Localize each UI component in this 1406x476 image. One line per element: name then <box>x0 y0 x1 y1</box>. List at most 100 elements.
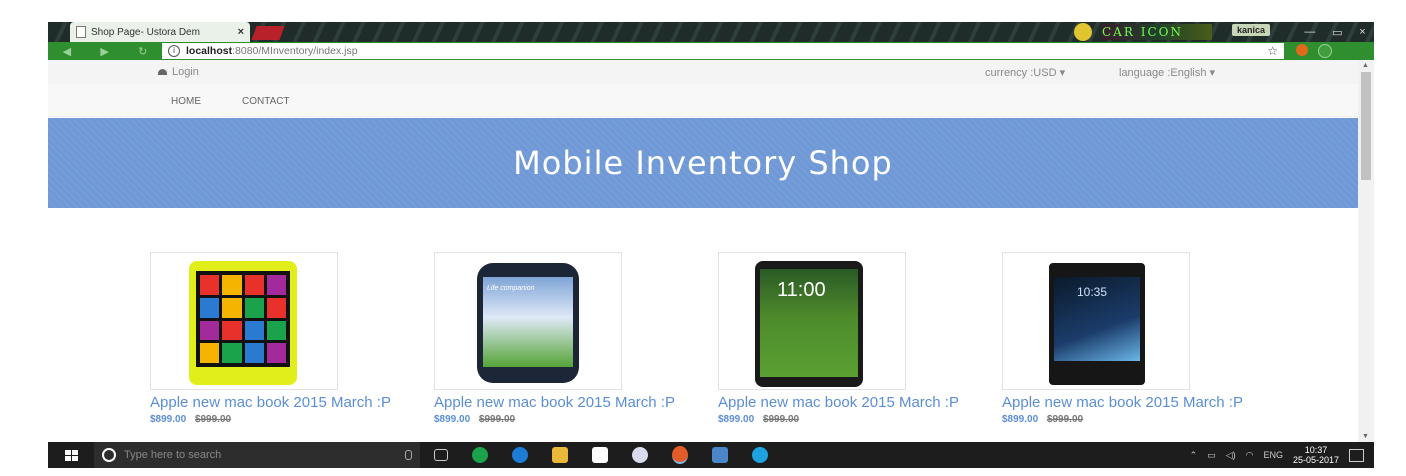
login-link[interactable]: Login <box>158 66 199 78</box>
hero-banner: Mobile Inventory Shop <box>48 118 1358 208</box>
product-image[interactable] <box>150 252 338 390</box>
microphone-icon[interactable] <box>405 450 412 460</box>
product-old-price: $999.00 <box>478 414 516 425</box>
product-card: 10:35 Apple new mac book 2015 March :P $… <box>1002 252 1252 425</box>
theme-ball-icon <box>1074 23 1092 41</box>
language-dropdown[interactable]: language :English ▾ <box>1119 66 1215 79</box>
screen: Shop Page- Ustora Dem × CAR ICON kanica … <box>0 0 1406 476</box>
product-price: $899.00 <box>1002 414 1039 425</box>
vine-app-icon[interactable] <box>472 447 488 463</box>
product-card: 11:00 Apple new mac book 2015 March :P $… <box>718 252 968 425</box>
login-label: Login <box>172 66 199 78</box>
clock-date: 25-05-2017 <box>1292 455 1339 465</box>
nokia-lumia-phone-image <box>189 261 297 385</box>
product-prices: $899.00 $999.00 <box>718 414 968 425</box>
lg-phone-image: 11:00 <box>755 261 863 387</box>
task-view-icon[interactable] <box>434 449 448 461</box>
product-price: $899.00 <box>718 414 755 425</box>
product-name[interactable]: Apple new mac book 2015 March :P <box>434 395 684 410</box>
taskbar-apps <box>434 446 768 464</box>
tab-title: Shop Page- Ustora Dem <box>91 26 200 38</box>
browser-toolbar: ◀ ▶ ↻ i localhost :8080/MInventory/index… <box>48 42 1374 60</box>
currency-dropdown[interactable]: currency :USD ▾ <box>985 66 1065 79</box>
sony-phone-image: 10:35 <box>1049 263 1145 385</box>
wifi-icon[interactable]: ◠ <box>1246 450 1254 461</box>
profile-button[interactable]: kanica <box>1232 24 1271 36</box>
product-old-price: $999.00 <box>762 414 800 425</box>
product-price: $899.00 <box>434 414 471 425</box>
phone-screen-clock: 10:35 <box>1077 285 1108 299</box>
store-icon[interactable] <box>592 447 608 463</box>
forward-icon[interactable]: ▶ <box>100 45 108 58</box>
product-prices: $899.00 $999.00 <box>150 414 400 425</box>
scroll-thumb[interactable] <box>1361 72 1371 180</box>
address-bar[interactable]: i localhost :8080/MInventory/index.jsp ☆ <box>162 43 1284 59</box>
extension-icon[interactable] <box>1318 44 1332 58</box>
scroll-down-icon[interactable]: ▼ <box>1362 433 1369 440</box>
taskbar-search[interactable]: Type here to search <box>94 442 420 468</box>
scroll-up-icon[interactable]: ▲ <box>1362 62 1369 69</box>
taskbar-clock[interactable]: 10:37 25-05-2017 <box>1293 445 1339 465</box>
network-icon[interactable]: ▭ <box>1207 450 1216 461</box>
banner-title: Mobile Inventory Shop <box>513 144 893 182</box>
start-button[interactable] <box>48 449 94 461</box>
extension-icons <box>1296 44 1354 58</box>
bookmark-star-icon[interactable]: ☆ <box>1267 44 1278 58</box>
product-prices: $899.00 $999.00 <box>1002 414 1252 425</box>
cortana-icon <box>102 448 116 462</box>
product-old-price: $999.00 <box>194 414 232 425</box>
product-old-price: $999.00 <box>1046 414 1084 425</box>
nav-contact[interactable]: CONTACT <box>242 96 290 107</box>
restore-button[interactable]: ▭ <box>1332 26 1342 39</box>
virtualbox-icon[interactable] <box>712 447 728 463</box>
page-icon <box>76 26 86 38</box>
window-controls: — ▭ × <box>1296 22 1374 42</box>
clock-time: 10:37 <box>1304 445 1328 455</box>
product-image[interactable]: 10:35 <box>1002 252 1190 390</box>
search-placeholder: Type here to search <box>124 449 222 461</box>
product-image[interactable]: 11:00 <box>718 252 906 390</box>
menu-icon[interactable] <box>1342 44 1354 56</box>
nav-home[interactable]: HOME <box>171 96 201 107</box>
new-tab-button[interactable] <box>251 26 285 40</box>
url-host: localhost <box>186 45 233 57</box>
phone-screen-clock: 11:00 <box>777 279 826 301</box>
extension-icon[interactable] <box>1296 44 1308 56</box>
volume-icon[interactable]: ◁) <box>1226 450 1236 461</box>
profile-art: CAR ICON <box>1102 24 1212 40</box>
action-center-icon[interactable] <box>1349 448 1364 462</box>
file-explorer-icon[interactable] <box>552 447 568 463</box>
product-card: Apple new mac book 2015 March :P $899.00… <box>150 252 400 425</box>
info-icon[interactable]: i <box>168 45 180 57</box>
product-card: Life companion Apple new mac book 2015 M… <box>434 252 684 425</box>
browser-tab[interactable]: Shop Page- Ustora Dem × <box>70 22 250 42</box>
product-name[interactable]: Apple new mac book 2015 March :P <box>718 395 968 410</box>
nav-buttons: ◀ ▶ ↻ <box>48 45 162 58</box>
web-page: Login currency :USD ▾ language :English … <box>48 60 1358 442</box>
back-icon[interactable]: ◀ <box>63 45 71 58</box>
product-prices: $899.00 $999.00 <box>434 414 684 425</box>
windows-logo-icon <box>64 449 78 461</box>
skype-icon[interactable] <box>752 447 768 463</box>
user-icon <box>158 69 167 76</box>
tray-chevron-icon[interactable]: ⌃ <box>1190 450 1198 461</box>
windows-taskbar: Type here to search ⌃ ▭ ◁) ◠ ENG 10:37 2… <box>48 442 1374 468</box>
product-name[interactable]: Apple new mac book 2015 March :P <box>150 395 400 410</box>
phone-screen-text: Life companion <box>487 285 535 292</box>
itunes-icon[interactable] <box>632 447 648 463</box>
page-scrollbar[interactable]: ▲ ▼ <box>1358 60 1374 442</box>
close-window-button[interactable]: × <box>1359 26 1365 38</box>
reload-icon[interactable]: ↻ <box>138 45 147 58</box>
system-tray: ⌃ ▭ ◁) ◠ ENG 10:37 25-05-2017 <box>1190 445 1374 465</box>
url-path: :8080/MInventory/index.jsp <box>232 45 358 57</box>
language-indicator[interactable]: ENG <box>1263 450 1283 460</box>
tab-close-button[interactable]: × <box>238 26 244 38</box>
minimize-button[interactable]: — <box>1304 26 1315 38</box>
main-nav: HOME CONTACT <box>48 84 1358 117</box>
edge-browser-icon[interactable] <box>512 447 528 463</box>
product-image[interactable]: Life companion <box>434 252 622 390</box>
chrome-icon[interactable] <box>672 446 688 464</box>
product-price: $899.00 <box>150 414 187 425</box>
product-name[interactable]: Apple new mac book 2015 March :P <box>1002 395 1252 410</box>
samsung-phone-image: Life companion <box>477 263 579 383</box>
